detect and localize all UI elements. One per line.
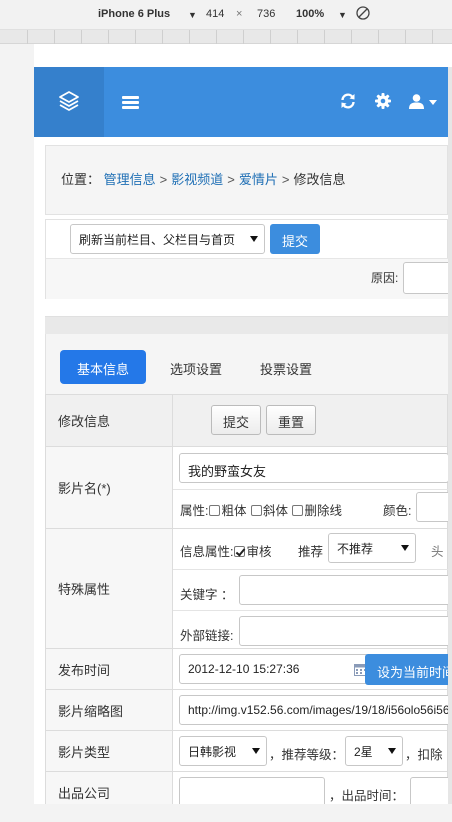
- devtools-bottom: [0, 804, 452, 822]
- level-label: ，推荐等级：: [269, 748, 345, 762]
- attr-label: 属性:: [180, 504, 209, 518]
- film-type-cell: 日韩影视 ，推荐等级： 2星 ，扣除: [172, 730, 448, 772]
- special-label: 特殊属性: [45, 528, 173, 649]
- devtools-gutter: [0, 44, 34, 822]
- film-type-select[interactable]: 日韩影视: [179, 736, 267, 766]
- breadcrumb-link-channel[interactable]: 影视频道: [171, 172, 223, 187]
- viewport-height[interactable]: 736: [257, 8, 275, 20]
- publish-time-input[interactable]: 2012-12-10 15:27:36: [179, 654, 369, 684]
- viewport-scrollbar[interactable]: [448, 67, 452, 804]
- info-attr-label: 信息属性:: [180, 545, 234, 559]
- form-reset-button[interactable]: 重置: [266, 405, 316, 435]
- publish-time-label: 发布时间: [45, 648, 173, 690]
- refresh-submit-button[interactable]: 提交: [270, 224, 320, 254]
- italic-checkbox[interactable]: [250, 505, 262, 516]
- form-header-label: 修改信息: [45, 394, 173, 447]
- menu-icon[interactable]: [122, 96, 139, 109]
- publish-time-cell: 2012-12-10 15:27:36 设为当前时间: [172, 648, 448, 690]
- company-input[interactable]: [179, 777, 325, 804]
- company-label: 出品公司: [45, 771, 173, 804]
- color-label: 颜色:: [383, 504, 412, 518]
- company-cell: ，出品时间：: [172, 771, 448, 804]
- title-label: 影片名(*): [45, 446, 173, 529]
- device-toolbar: iPhone 6 Plus ▼ 414 × 736 100% ▼: [0, 0, 452, 30]
- breadcrumb-prefix: 位置：: [61, 172, 101, 187]
- divider: [173, 610, 448, 611]
- info-attr: 信息属性: 审核: [180, 541, 272, 560]
- divider: [173, 489, 448, 490]
- bold-label: 粗体: [221, 504, 247, 518]
- section-divider: [45, 316, 448, 334]
- zoom-select[interactable]: 100%: [296, 8, 324, 20]
- year-label: ，出品时间：: [329, 789, 405, 803]
- recommend-select[interactable]: 不推荐: [328, 533, 416, 563]
- refresh-icon[interactable]: [339, 92, 357, 113]
- tab-basic-info[interactable]: 基本信息: [60, 350, 146, 384]
- reason-label: 原因:: [371, 271, 399, 285]
- title-attributes: 属性: 粗体 斜体 删除线: [180, 500, 342, 519]
- breadcrumb-separator: >: [159, 172, 168, 187]
- user-menu-caret[interactable]: [429, 100, 437, 105]
- year-input[interactable]: [410, 777, 448, 804]
- tab-options[interactable]: 选项设置: [158, 350, 234, 384]
- strike-label: 删除线: [304, 504, 342, 518]
- film-type-label: 影片类型: [45, 730, 173, 772]
- breadcrumb-separator: >: [227, 172, 235, 187]
- external-link-label: 外部链接:: [180, 629, 234, 643]
- breadcrumb-link-category[interactable]: 爱情片: [239, 172, 278, 187]
- italic-label: 斜体: [262, 504, 288, 518]
- divider: [173, 569, 448, 570]
- set-current-time-button[interactable]: 设为当前时间: [365, 654, 448, 685]
- layers-icon[interactable]: [34, 67, 104, 137]
- gear-icon[interactable]: [374, 92, 392, 113]
- zoom-select-caret[interactable]: ▼: [338, 10, 347, 20]
- title-input[interactable]: 我的野蛮女友: [179, 453, 448, 483]
- color-input[interactable]: [416, 492, 448, 522]
- form-submit-button[interactable]: 提交: [211, 405, 261, 435]
- dimension-separator: ×: [236, 8, 243, 20]
- keywords-input[interactable]: [239, 575, 448, 605]
- level-select[interactable]: 2星: [345, 736, 403, 766]
- review-label: 审核: [246, 545, 272, 559]
- device-viewport: 位置： 管理信息 > 影视频道 > 爱情片 > 修改信息 刷新当前栏目、父栏目与首页 提交 …: [34, 67, 448, 804]
- thumb-cell: http://img.v152.56.com/images/19/18/i56o…: [172, 689, 448, 731]
- rotate-icon[interactable]: [355, 5, 371, 24]
- breadcrumb: 位置： 管理信息 > 影视频道 > 爱情片 > 修改信息: [45, 145, 448, 215]
- breadcrumb-link-manage[interactable]: 管理信息: [104, 172, 156, 187]
- thumb-input[interactable]: http://img.v152.56.com/images/19/18/i56o…: [179, 695, 448, 725]
- deduct-label: ，扣除: [405, 748, 443, 762]
- thumb-label: 影片缩略图: [45, 689, 173, 731]
- title-cell: 我的野蛮女友 属性: 粗体 斜体 删除线 颜色:: [172, 446, 448, 529]
- keywords-label: 关键字 ：: [180, 588, 234, 602]
- strike-checkbox[interactable]: [292, 505, 304, 516]
- refresh-panel: 刷新当前栏目、父栏目与首页 提交 原因:: [45, 219, 448, 299]
- reason-input[interactable]: [403, 262, 448, 294]
- recommend-label: 推荐: [298, 545, 324, 559]
- extra-label: 头: [431, 545, 444, 559]
- top-navbar: [34, 67, 448, 137]
- device-select[interactable]: iPhone 6 Plus: [98, 8, 170, 20]
- user-icon[interactable]: [408, 93, 425, 113]
- viewport-width[interactable]: 414: [206, 8, 224, 20]
- special-cell: 信息属性: 审核 推荐 不推荐 头 关键字 ： 外部链接:: [172, 528, 448, 649]
- review-checkbox[interactable]: [234, 546, 246, 557]
- reason-row: 原因:: [46, 258, 448, 299]
- breadcrumb-current: 修改信息: [293, 172, 346, 187]
- device-select-caret[interactable]: ▼: [188, 10, 197, 20]
- breadcrumb-separator: >: [281, 172, 290, 187]
- ruler: [0, 30, 452, 44]
- external-link-input[interactable]: [239, 616, 448, 646]
- form-header-actions: 提交 重置: [172, 394, 448, 447]
- refresh-scope-select[interactable]: 刷新当前栏目、父栏目与首页: [70, 224, 265, 254]
- edit-form: 修改信息 提交 重置 影片名(*) 我的野蛮女友 属性: 粗体 斜体 删除线 颜色…: [45, 394, 448, 804]
- tab-vote[interactable]: 投票设置: [248, 350, 324, 384]
- bold-checkbox[interactable]: [209, 505, 221, 516]
